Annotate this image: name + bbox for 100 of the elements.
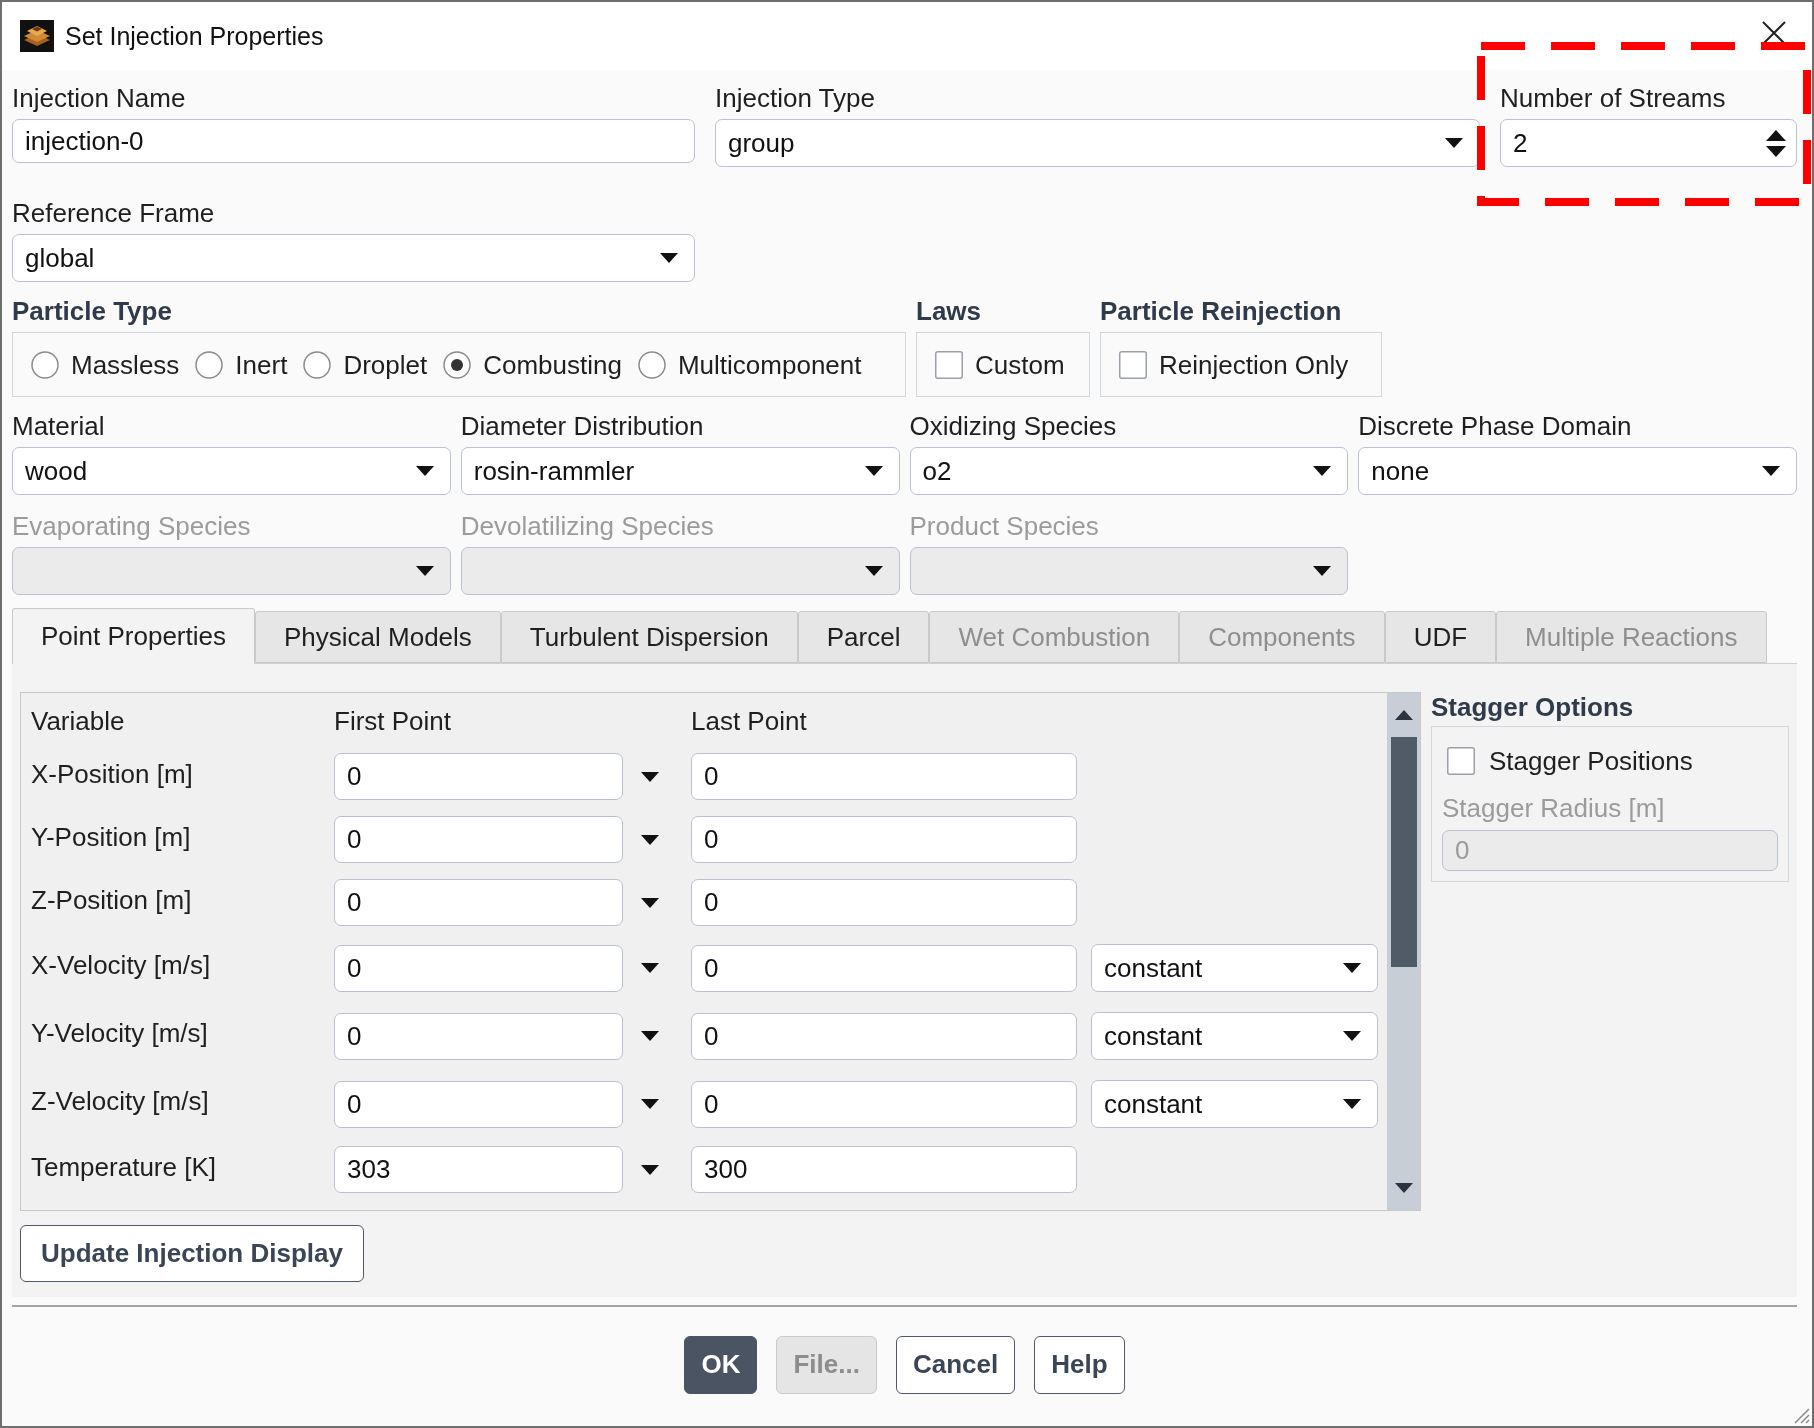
variable-label: Y-Velocity [m/s]: [31, 1018, 209, 1048]
dropdown[interactable]: constant: [1091, 1080, 1378, 1128]
dropdown[interactable]: constant: [1091, 1012, 1378, 1060]
input-field[interactable]: 0: [691, 1080, 1077, 1128]
field-label: Number of Streams: [1500, 83, 1727, 113]
radio-label: Inert: [235, 349, 288, 380]
caret-icon: [415, 466, 434, 476]
input-field[interactable]: injection-0: [12, 119, 695, 163]
input-field[interactable]: 0: [334, 1012, 623, 1060]
radio-button[interactable]: [443, 350, 472, 379]
variable-label: X-Velocity [m/s]: [31, 950, 212, 980]
caret-icon: [1343, 1099, 1361, 1109]
spin-field[interactable]: 2: [1500, 119, 1797, 167]
dropdown[interactable]: o2: [909, 447, 1349, 495]
caret-icon[interactable]: [641, 897, 659, 908]
field-label: Material: [12, 411, 106, 441]
caret-icon[interactable]: [641, 771, 659, 782]
variable-label: Temperature [K]: [31, 1151, 217, 1182]
caret-icon[interactable]: [641, 1164, 659, 1175]
input-field[interactable]: 0: [334, 879, 623, 926]
input-field[interactable]: 0: [334, 944, 623, 992]
caret-icon[interactable]: [641, 1031, 659, 1041]
checkbox-label: Custom: [975, 349, 1065, 380]
field-label: Product Species: [909, 511, 1100, 541]
input-field[interactable]: 0: [334, 816, 623, 863]
column-header: Variable: [31, 706, 126, 736]
input-field[interactable]: 0: [691, 816, 1077, 863]
input-field[interactable]: 0: [334, 1080, 623, 1128]
input-field[interactable]: 303: [334, 1146, 623, 1193]
scroll-down-icon[interactable]: [1394, 1183, 1413, 1193]
layers-icon: [20, 20, 54, 52]
field-label: Stagger Radius [m]: [1442, 793, 1666, 823]
radio-button[interactable]: [195, 350, 224, 379]
tab[interactable]: UDF: [1384, 611, 1497, 663]
caret-icon[interactable]: [641, 834, 659, 845]
spin-down-icon[interactable]: [1766, 145, 1786, 157]
radio-label: Massless: [71, 349, 180, 380]
tab[interactable]: Physical Models: [255, 611, 501, 663]
variable-label: X-Position [m]: [31, 758, 194, 789]
radio-label: Multicomponent: [677, 349, 862, 380]
caret-icon: [1313, 566, 1332, 576]
caret-icon: [415, 566, 434, 576]
caret-icon: [864, 466, 883, 476]
radio-label: Combusting: [483, 349, 622, 380]
caret-icon[interactable]: [641, 963, 659, 973]
input-field[interactable]: 0: [691, 753, 1077, 800]
section-heading: Stagger Options: [1431, 692, 1635, 722]
tab[interactable]: Point Properties: [12, 607, 255, 665]
caret-icon: [660, 253, 678, 263]
radio-button[interactable]: [637, 350, 666, 379]
input-field[interactable]: 0: [691, 879, 1077, 926]
tab[interactable]: Parcel: [797, 611, 930, 663]
caret-icon: [864, 566, 883, 576]
input-field[interactable]: 0: [691, 1012, 1077, 1060]
caret-icon: [1762, 466, 1780, 476]
field-label: Injection Type: [715, 83, 876, 113]
window-title: Set Injection Properties: [65, 21, 324, 51]
field-label: Reference Frame: [12, 198, 216, 228]
radio-label: Droplet: [343, 349, 428, 380]
dropdown[interactable]: group: [715, 119, 1480, 167]
checkbox[interactable]: [935, 350, 963, 379]
tab[interactable]: Turbulent Dispersion: [500, 611, 798, 663]
caret-icon: [1343, 1031, 1361, 1041]
input-field[interactable]: 0: [334, 753, 623, 800]
dropdown[interactable]: rosin-rammler: [460, 447, 900, 495]
scroll-up-icon[interactable]: [1394, 710, 1413, 720]
dropdown[interactable]: global: [12, 234, 695, 282]
ok-button[interactable]: OK: [684, 1335, 758, 1394]
checkbox-label: Stagger Positions: [1489, 746, 1693, 776]
caret-icon: [1343, 963, 1361, 973]
cancel-button[interactable]: Cancel: [895, 1335, 1016, 1394]
field-label: Injection Name: [12, 83, 187, 113]
field-label: Diameter Distribution: [460, 411, 705, 441]
close-icon: [1762, 21, 1786, 45]
update-display-button[interactable]: Update Injection Display: [20, 1225, 364, 1282]
variable-label: Y-Position [m]: [31, 821, 192, 852]
variable-label: Z-Position [m]: [31, 884, 193, 915]
section-heading: Particle Type: [12, 296, 173, 326]
help-button[interactable]: Help: [1034, 1335, 1125, 1394]
variable-label: Z-Velocity [m/s]: [31, 1086, 210, 1116]
dropdown[interactable]: constant: [1091, 944, 1378, 992]
input-field[interactable]: 0: [691, 944, 1077, 992]
field-label: Evaporating Species: [12, 511, 252, 541]
radio-button[interactable]: [31, 350, 59, 379]
section-heading: Laws: [916, 296, 983, 326]
spin-up-icon[interactable]: [1766, 129, 1786, 141]
dropdown[interactable]: none: [1358, 447, 1797, 495]
column-header: First Point: [334, 706, 453, 736]
radio-button[interactable]: [303, 350, 332, 379]
checkbox[interactable]: [1447, 747, 1475, 775]
caret-icon: [1445, 138, 1463, 148]
caret-icon[interactable]: [641, 1099, 659, 1109]
column-header: Last Point: [691, 706, 808, 736]
scrollbar-track[interactable]: [1387, 693, 1420, 1210]
input-field[interactable]: 300: [691, 1146, 1077, 1193]
section-heading: Particle Reinjection: [1100, 296, 1343, 326]
checkbox[interactable]: [1119, 350, 1147, 379]
dropdown[interactable]: wood: [12, 447, 451, 495]
field-label: Oxidizing Species: [909, 411, 1118, 441]
scrollbar-thumb[interactable]: [1390, 737, 1417, 967]
